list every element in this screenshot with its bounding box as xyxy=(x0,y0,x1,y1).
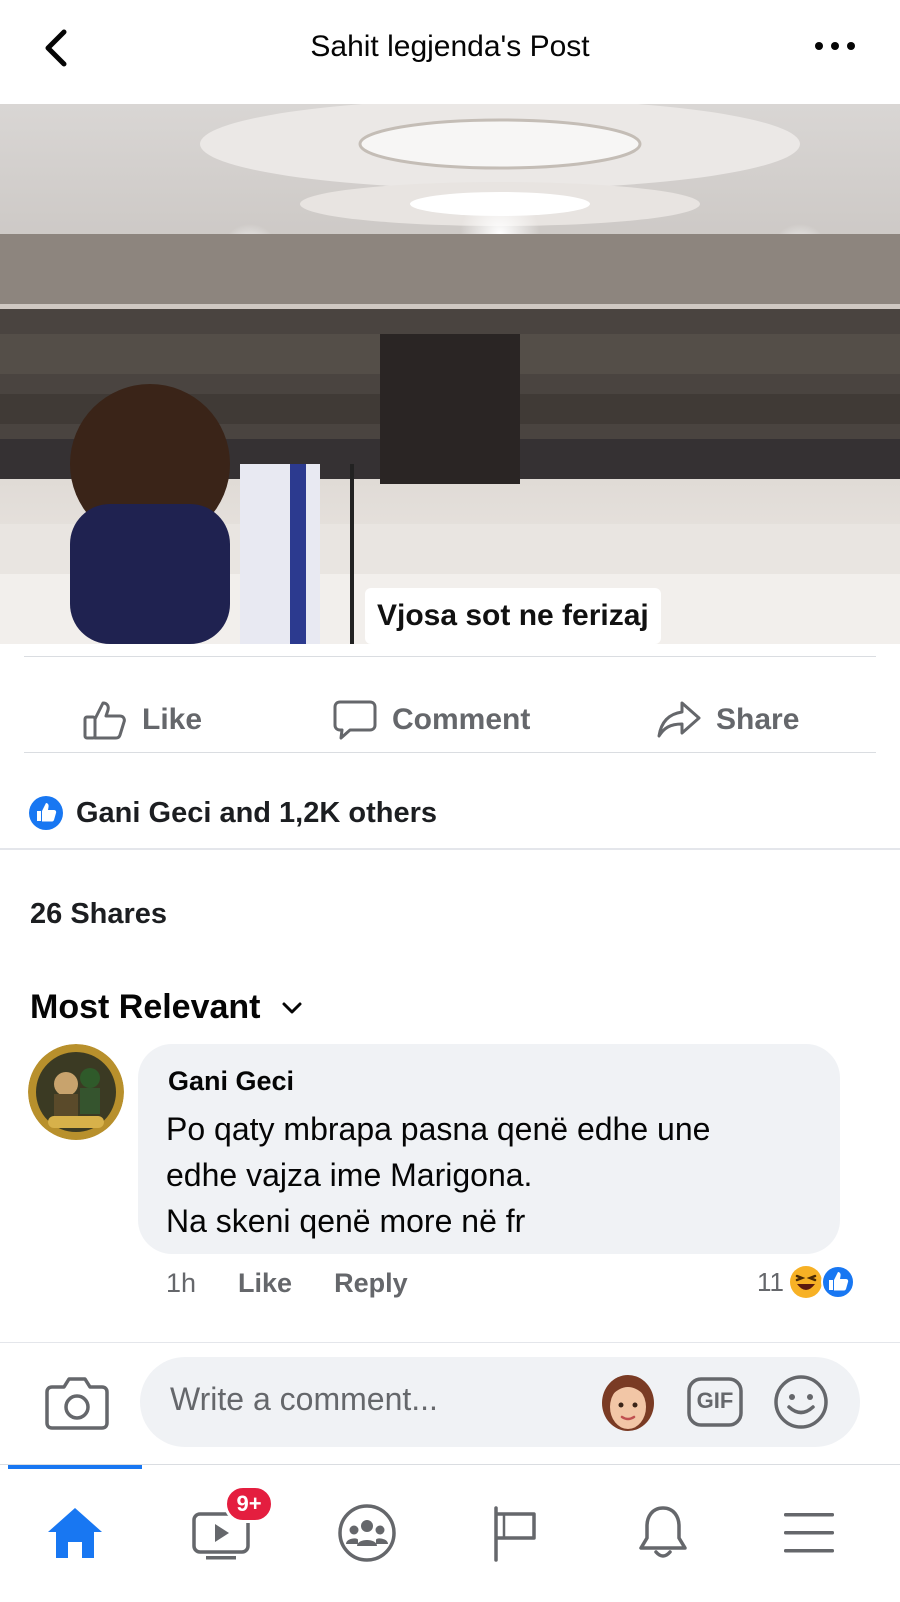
like-reaction-icon xyxy=(821,1265,855,1299)
comment-time: 1h xyxy=(166,1268,197,1298)
flag-icon xyxy=(494,1506,536,1562)
share-label: Share xyxy=(716,703,800,736)
photo-caption: Vjosa sot ne ferizaj xyxy=(365,588,661,644)
gif-button[interactable]: GIF xyxy=(686,1375,744,1429)
comment-author[interactable]: Gani Geci xyxy=(168,1066,294,1097)
groups-icon xyxy=(338,1504,396,1562)
comment-text: Po qaty mbrapa pasna qenë edhe une edhe … xyxy=(166,1106,826,1244)
camera-icon xyxy=(45,1377,109,1430)
divider xyxy=(24,656,876,657)
notification-badge: 9+ xyxy=(224,1485,274,1523)
haha-icon xyxy=(790,1266,822,1298)
share-button[interactable]: Share xyxy=(656,690,799,750)
like-label: Like xyxy=(142,703,203,736)
smiley-icon xyxy=(774,1375,828,1429)
comment-icon xyxy=(333,700,377,740)
comment-composer: Write a comment... GIF xyxy=(0,1342,900,1464)
chevron-down-icon xyxy=(282,1002,301,1013)
share-icon xyxy=(657,701,701,738)
comment-label: Comment xyxy=(392,703,531,736)
comment-line: edhe vajza ime Marigona. xyxy=(166,1157,533,1193)
avatar-image xyxy=(28,1044,124,1140)
gif-label: GIF xyxy=(696,1388,734,1413)
comment-reactions[interactable]: 11 xyxy=(757,1264,856,1300)
avatar-sticker-button[interactable] xyxy=(600,1373,656,1433)
comment-bubble: Gani Geci Po qaty mbrapa pasna qenë edhe… xyxy=(138,1044,840,1254)
emoji-button[interactable] xyxy=(772,1373,830,1431)
post-photo-image xyxy=(0,104,900,644)
comment-input[interactable]: Write a comment... GIF xyxy=(140,1357,860,1447)
comment-line: Na skeni qenë more në fr xyxy=(166,1203,526,1239)
hamburger-menu-icon xyxy=(784,1513,834,1553)
active-tab-indicator xyxy=(8,1465,142,1469)
reactions-summary[interactable]: Gani Geci and 1,2K others xyxy=(28,795,437,831)
comment-like-button[interactable]: Like xyxy=(238,1268,292,1299)
tab-home[interactable] xyxy=(20,1483,130,1583)
comment-meta: 1h Like Reply xyxy=(166,1268,408,1299)
comment-line: Po qaty mbrapa pasna qenë edhe une xyxy=(166,1111,711,1147)
comment-button[interactable]: Comment xyxy=(332,690,530,750)
tab-notifications[interactable] xyxy=(608,1483,718,1583)
tab-menu[interactable] xyxy=(754,1483,864,1583)
more-options-button[interactable] xyxy=(810,30,860,60)
tab-groups[interactable] xyxy=(312,1483,422,1583)
like-reaction-icon xyxy=(29,796,63,830)
post-photo[interactable]: Vjosa sot ne ferizaj xyxy=(0,104,900,644)
comment-avatar[interactable] xyxy=(28,1044,124,1140)
comment-reaction-count: 11 xyxy=(757,1266,784,1297)
tab-watch[interactable]: 9+ xyxy=(166,1483,276,1583)
page-title: Sahit legjenda's Post xyxy=(310,30,590,63)
bottom-nav: 9+ xyxy=(0,1464,900,1602)
tab-pages[interactable] xyxy=(460,1483,570,1583)
camera-button[interactable] xyxy=(44,1371,110,1431)
shares-count[interactable]: 26 Shares xyxy=(30,898,167,931)
comment-placeholder: Write a comment... xyxy=(170,1381,438,1417)
home-icon xyxy=(48,1508,102,1558)
avatar-sticker-icon xyxy=(602,1375,654,1431)
sort-label: Most Relevant xyxy=(30,988,261,1026)
comment-sort-dropdown[interactable]: Most Relevant xyxy=(30,988,303,1027)
thumbs-up-icon xyxy=(83,701,126,740)
top-bar: Sahit legjenda's Post xyxy=(0,0,900,100)
more-horizontal-icon xyxy=(815,42,855,50)
reactions-text: Gani Geci and 1,2K others xyxy=(76,796,437,829)
comment-reply-button[interactable]: Reply xyxy=(334,1268,408,1299)
divider xyxy=(0,848,900,850)
divider xyxy=(24,752,876,753)
bell-icon xyxy=(639,1506,687,1558)
like-button[interactable]: Like xyxy=(82,690,202,750)
